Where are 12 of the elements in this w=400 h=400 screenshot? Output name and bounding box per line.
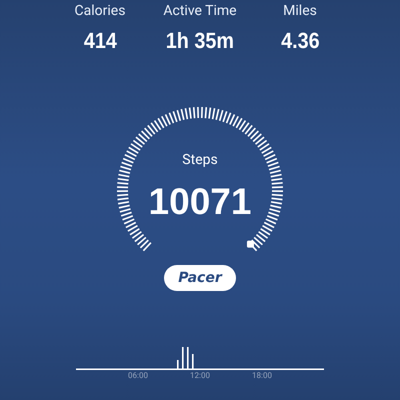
stat-label: Active Time	[163, 2, 237, 20]
axis-tick-label: 06:00	[128, 371, 148, 380]
axis-tick-label: 18:00	[252, 371, 272, 380]
axis-tick-label: 12:00	[190, 371, 210, 380]
stat-value: 4.36	[280, 27, 320, 55]
logo-badge: Pacer	[164, 265, 236, 291]
steps-value: 10071	[148, 180, 252, 224]
stat-label: Miles	[283, 2, 317, 20]
steps-label: Steps	[182, 151, 218, 170]
stat-value: 1h 35m	[166, 27, 234, 55]
stat-label: Calories	[74, 2, 126, 20]
stat-value: 414	[83, 27, 117, 55]
